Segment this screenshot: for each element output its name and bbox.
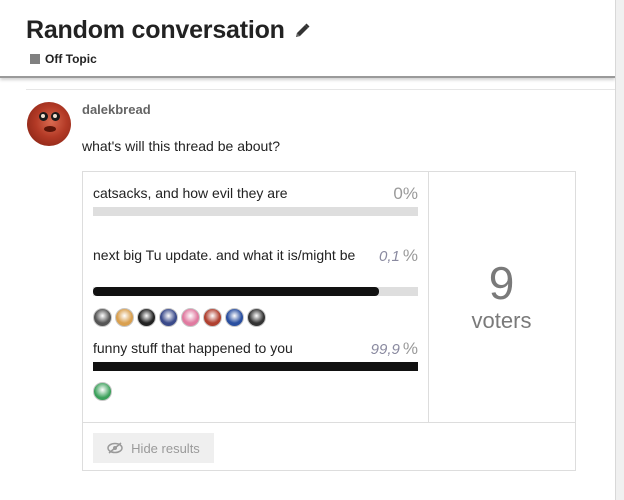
poll-option: funny stuff that happened to you 99,9% bbox=[93, 339, 418, 401]
handwritten-percent: 0,1 bbox=[379, 248, 400, 265]
category-color-square bbox=[30, 54, 40, 64]
voter-avatar[interactable] bbox=[137, 308, 156, 327]
post-divider bbox=[26, 89, 615, 90]
topic-header: Random conversation Off Topic bbox=[0, 0, 615, 78]
avatar[interactable] bbox=[27, 102, 71, 146]
eye-slash-icon bbox=[107, 442, 123, 454]
poll-option-voters bbox=[93, 382, 112, 401]
voter-avatar[interactable] bbox=[159, 308, 178, 327]
username[interactable]: dalekbread bbox=[82, 102, 151, 117]
poll-option-bar bbox=[93, 362, 418, 371]
poll-info: 9 voters bbox=[428, 172, 575, 422]
poll-footer: Hide results bbox=[83, 422, 575, 471]
voters-count: 9 bbox=[488, 257, 515, 309]
poll-option-label: catsacks, and how evil they are bbox=[93, 185, 288, 201]
voter-avatar[interactable] bbox=[115, 308, 134, 327]
topic-title: Random conversation bbox=[26, 16, 285, 44]
poll-option-percent: 0,1% bbox=[379, 246, 418, 265]
hide-results-label: Hide results bbox=[131, 440, 200, 456]
poll-option: catsacks, and how evil they are 0% bbox=[93, 184, 418, 224]
voter-avatar[interactable] bbox=[93, 308, 112, 327]
poll-option-label: next big Tu update. and what it is/might… bbox=[93, 247, 356, 263]
title-row: Random conversation bbox=[26, 16, 311, 45]
poll-option-label: funny stuff that happened to you bbox=[93, 340, 293, 356]
voter-avatar[interactable] bbox=[203, 308, 222, 327]
category-badge[interactable]: Off Topic bbox=[30, 52, 97, 66]
poll-option-voters bbox=[93, 308, 266, 327]
poll-option-bar bbox=[93, 287, 418, 296]
poll-options: catsacks, and how evil they are 0% next … bbox=[83, 172, 429, 422]
poll-option-percent: 0% bbox=[393, 184, 418, 203]
category-name: Off Topic bbox=[45, 52, 97, 66]
voter-avatar[interactable] bbox=[247, 308, 266, 327]
voter-avatar[interactable] bbox=[225, 308, 244, 327]
poll-option-bar-fill bbox=[93, 362, 418, 371]
hide-results-button[interactable]: Hide results bbox=[93, 433, 214, 463]
voters-label: voters bbox=[471, 308, 532, 333]
poll: catsacks, and how evil they are 0% next … bbox=[82, 171, 576, 471]
pencil-icon[interactable] bbox=[293, 22, 311, 40]
poll-option-percent: 99,9% bbox=[370, 339, 418, 358]
scrollbar[interactable] bbox=[615, 0, 624, 500]
poll-option-bar bbox=[93, 207, 418, 216]
post-body: what's will this thread be about? bbox=[82, 138, 281, 154]
voter-avatar[interactable] bbox=[181, 308, 200, 327]
poll-option: next big Tu update. and what it is/might… bbox=[93, 246, 418, 327]
handwritten-percent: 99,9 bbox=[370, 341, 400, 358]
poll-option-bar-scribble bbox=[93, 287, 379, 296]
voter-avatar[interactable] bbox=[93, 382, 112, 401]
